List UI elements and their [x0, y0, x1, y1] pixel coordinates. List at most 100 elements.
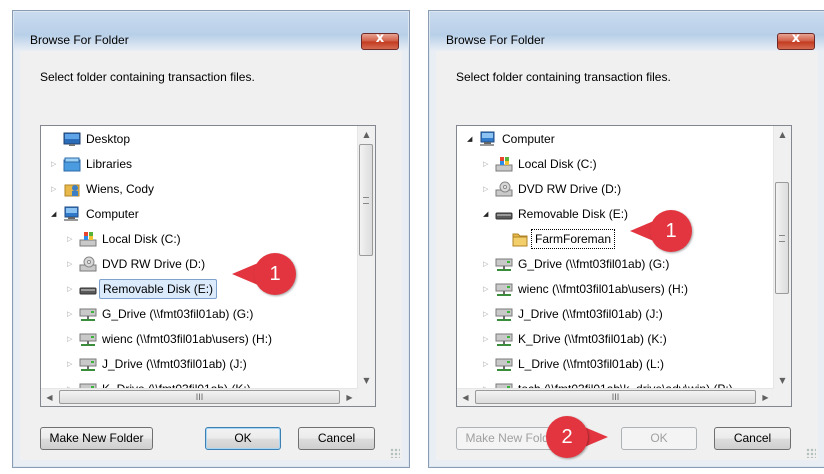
ok-button[interactable]: OK	[621, 427, 697, 450]
expand-arrow-icon[interactable]: ▷	[51, 185, 59, 193]
expand-arrow-icon[interactable]: ▷	[67, 360, 75, 368]
horizontal-scroll-thumb[interactable]: III	[59, 390, 340, 404]
tree-item-label: Computer	[502, 132, 555, 146]
tree-item-label: K_Drive (\\fmt03fil01ab) (K:)	[518, 332, 667, 346]
removable-disk-icon	[79, 287, 97, 295]
scroll-left-icon[interactable]: ◀	[457, 389, 474, 406]
cancel-button[interactable]: Cancel	[298, 427, 375, 450]
scroll-thumb[interactable]	[775, 182, 789, 294]
vertical-scrollbar[interactable]: ▲ ▼	[773, 126, 791, 389]
tree-item-label: L_Drive (\\fmt03fil01ab) (L:)	[518, 357, 665, 371]
tree-item[interactable]: ▷ DVD RW Drive (D:)	[483, 178, 624, 200]
close-button[interactable]: x	[361, 31, 399, 50]
tree-item[interactable]: ◢ Computer	[51, 203, 142, 225]
expand-arrow-icon[interactable]: ▷	[67, 260, 75, 268]
horizontal-scrollbar[interactable]: ◀ III ▶	[41, 388, 358, 406]
expand-arrow-icon[interactable]: ▷	[67, 235, 75, 243]
network-drive-icon	[495, 283, 513, 296]
tree-item[interactable]: ▷ G_Drive (\\fmt03fil01ab) (G:)	[67, 303, 256, 325]
removable-disk-icon	[495, 212, 513, 220]
scroll-down-icon[interactable]: ▼	[358, 372, 375, 389]
scroll-right-icon[interactable]: ▶	[757, 389, 774, 406]
expander-placeholder	[499, 235, 507, 243]
tree-items: Desktop ▷ Libraries ▷ Wiens, Cody ◢ Computer ▷ L…	[41, 126, 358, 389]
tree-item[interactable]: ▷ Wiens, Cody	[51, 178, 157, 200]
scroll-thumb[interactable]	[359, 144, 373, 256]
folder-tree[interactable]: ◢ Computer ▷ Local Disk (C:) ▷ DVD RW Drive (…	[456, 125, 792, 407]
expand-arrow-icon[interactable]: ▷	[67, 335, 75, 343]
tree-item-label: Local Disk (C:)	[102, 232, 181, 246]
tree-item[interactable]: ▷ Libraries	[51, 153, 135, 175]
tree-item[interactable]: ▷ Local Disk (C:)	[67, 228, 184, 250]
expand-arrow-icon[interactable]: ▷	[51, 160, 59, 168]
expand-arrow-icon[interactable]: ▷	[483, 310, 491, 318]
tree-item[interactable]: ▷ Removable Disk (E:)	[67, 278, 218, 300]
expand-arrow-icon[interactable]: ▷	[483, 335, 491, 343]
tree-item[interactable]: ▷ J_Drive (\\fmt03fil01ab) (J:)	[67, 353, 250, 375]
collapse-arrow-icon[interactable]: ◢	[483, 210, 491, 218]
tree-item[interactable]: ▷ L_Drive (\\fmt03fil01ab) (L:)	[483, 353, 667, 375]
network-drive-icon	[495, 333, 513, 346]
network-drive-icon	[495, 258, 513, 271]
tree-item[interactable]: FarmForeman	[499, 228, 616, 250]
tree-items: ◢ Computer ▷ Local Disk (C:) ▷ DVD RW Drive (…	[457, 126, 774, 389]
tree-item-label: J_Drive (\\fmt03fil01ab) (J:)	[102, 357, 247, 371]
expand-arrow-icon[interactable]: ▷	[67, 285, 75, 293]
tree-item[interactable]: ▷ K_Drive (\\fmt03fil01ab) (K:)	[483, 328, 670, 350]
scroll-up-icon[interactable]: ▲	[774, 126, 791, 143]
expand-arrow-icon[interactable]: ▷	[483, 185, 491, 193]
instruction-text: Select folder containing transaction fil…	[40, 70, 255, 84]
tree-item-label: J_Drive (\\fmt03fil01ab) (J:)	[518, 307, 663, 321]
tree-item[interactable]: Desktop	[51, 128, 133, 150]
tree-item[interactable]: ▷ J_Drive (\\fmt03fil01ab) (J:)	[483, 303, 666, 325]
callout-badge: 1	[650, 210, 692, 252]
scroll-down-icon[interactable]: ▼	[774, 372, 791, 389]
expand-arrow-icon[interactable]: ▷	[67, 310, 75, 318]
resize-grip-icon[interactable]	[390, 448, 400, 458]
expand-arrow-icon[interactable]: ▷	[483, 285, 491, 293]
user-folder-icon	[64, 184, 80, 197]
tree-item[interactable]: ◢ Removable Disk (E:)	[483, 203, 631, 225]
dialog-title: Browse For Folder	[30, 33, 129, 47]
tree-item[interactable]: ◢ Computer	[467, 128, 558, 150]
dvd-drive-icon	[79, 256, 97, 272]
tree-item-label: FarmForeman	[531, 229, 616, 249]
tree-item[interactable]: ▷ wienc (\\fmt03fil01ab\users) (H:)	[483, 278, 691, 300]
windows-drive-icon	[495, 157, 513, 172]
make-new-folder-button[interactable]: Make New Folder	[40, 427, 153, 450]
instruction-text: Select folder containing transaction fil…	[456, 70, 671, 84]
horizontal-scroll-thumb[interactable]: III	[475, 390, 756, 404]
vertical-scrollbar[interactable]: ▲ ▼	[357, 126, 375, 389]
expand-arrow-icon[interactable]: ▷	[483, 360, 491, 368]
resize-grip-icon[interactable]	[806, 448, 816, 458]
tree-item-label: Computer	[86, 207, 139, 221]
tree-item-label: DVD RW Drive (D:)	[518, 182, 622, 196]
folder-tree[interactable]: Desktop ▷ Libraries ▷ Wiens, Cody ◢ Computer ▷ L…	[40, 125, 376, 407]
tree-item[interactable]: ▷ Local Disk (C:)	[483, 153, 600, 175]
network-drive-icon	[79, 333, 97, 346]
expand-arrow-icon[interactable]: ▷	[483, 160, 491, 168]
scroll-left-icon[interactable]: ◀	[41, 389, 58, 406]
tree-item[interactable]: ▷ G_Drive (\\fmt03fil01ab) (G:)	[483, 253, 672, 275]
network-drive-icon	[495, 308, 513, 321]
title-bar[interactable]: Browse For Folder x	[429, 11, 824, 50]
dialog-title: Browse For Folder	[446, 33, 545, 47]
network-drive-icon	[495, 358, 513, 371]
title-bar[interactable]: Browse For Folder x	[13, 11, 409, 50]
tree-item-label: Desktop	[86, 132, 131, 146]
horizontal-scrollbar[interactable]: ◀ III ▶	[457, 388, 774, 406]
collapse-arrow-icon[interactable]: ◢	[467, 135, 475, 143]
computer-icon	[480, 131, 495, 146]
cancel-button[interactable]: Cancel	[714, 427, 791, 450]
ok-button[interactable]: OK	[205, 427, 281, 450]
expand-arrow-icon[interactable]: ▷	[483, 260, 491, 268]
dialog-body: Select folder containing transaction fil…	[436, 51, 818, 460]
tree-item-label: G_Drive (\\fmt03fil01ab) (G:)	[518, 257, 670, 271]
desktop-icon	[63, 132, 81, 146]
collapse-arrow-icon[interactable]: ◢	[51, 210, 59, 218]
close-button[interactable]: x	[777, 31, 815, 50]
scroll-up-icon[interactable]: ▲	[358, 126, 375, 143]
tree-item[interactable]: ▷ wienc (\\fmt03fil01ab\users) (H:)	[67, 328, 275, 350]
scroll-right-icon[interactable]: ▶	[341, 389, 358, 406]
tree-item[interactable]: ▷ DVD RW Drive (D:)	[67, 253, 208, 275]
